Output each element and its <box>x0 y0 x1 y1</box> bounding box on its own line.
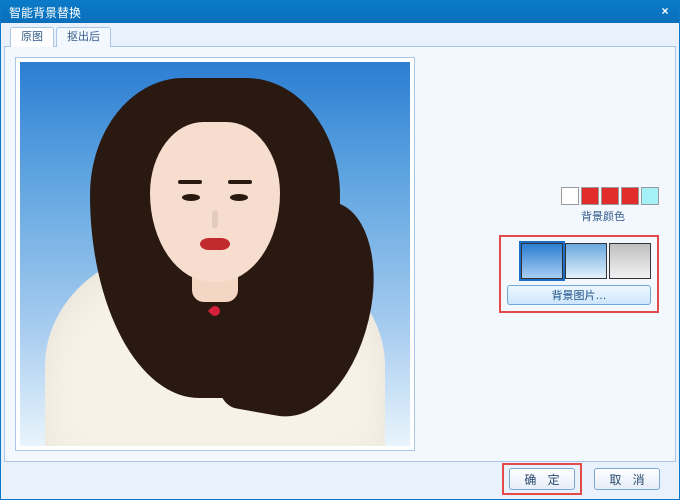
portrait-preview <box>20 62 410 446</box>
preview-frame <box>15 57 415 451</box>
side-panel: 背景颜色 背景图片… <box>423 57 665 451</box>
bg-color-swatch-1[interactable] <box>581 187 599 205</box>
cancel-button[interactable]: 取 消 <box>594 468 660 490</box>
bg-color-swatch-0[interactable] <box>561 187 579 205</box>
close-icon[interactable]: × <box>657 5 673 19</box>
tab-panel: 背景颜色 背景图片… <box>4 46 676 462</box>
bg-image-swatch-1[interactable] <box>565 243 607 279</box>
bg-color-label: 背景颜色 <box>547 208 659 224</box>
portrait-brow <box>228 180 252 184</box>
window-title: 智能背景替换 <box>9 4 81 21</box>
portrait-brow <box>178 180 202 184</box>
bg-image-group: 背景图片… <box>499 235 659 313</box>
ok-button-highlight: 确 定 <box>502 463 582 495</box>
dialog-footer: 确 定 取 消 <box>4 462 676 496</box>
bg-color-row <box>547 187 659 205</box>
tabstrip: 原图抠出后 <box>10 27 676 47</box>
bg-color-swatch-3[interactable] <box>621 187 639 205</box>
bg-image-row <box>507 243 651 279</box>
bg-image-swatch-0[interactable] <box>521 243 563 279</box>
tab-1[interactable]: 抠出后 <box>56 27 111 47</box>
bg-color-swatch-4[interactable] <box>641 187 659 205</box>
bg-color-group: 背景颜色 <box>547 187 659 224</box>
dialog-window: 智能背景替换 × 原图抠出后 <box>0 0 680 500</box>
bg-image-swatch-2[interactable] <box>609 243 651 279</box>
tab-0[interactable]: 原图 <box>10 27 54 47</box>
client-area: 原图抠出后 <box>1 23 679 499</box>
bg-color-swatch-2[interactable] <box>601 187 619 205</box>
portrait-eye <box>230 194 248 201</box>
portrait-eye <box>182 194 200 201</box>
portrait-lips <box>200 238 230 250</box>
portrait-nose <box>212 210 218 228</box>
titlebar: 智能背景替换 × <box>1 1 679 23</box>
ok-button[interactable]: 确 定 <box>509 468 575 490</box>
bg-image-button[interactable]: 背景图片… <box>507 285 651 305</box>
